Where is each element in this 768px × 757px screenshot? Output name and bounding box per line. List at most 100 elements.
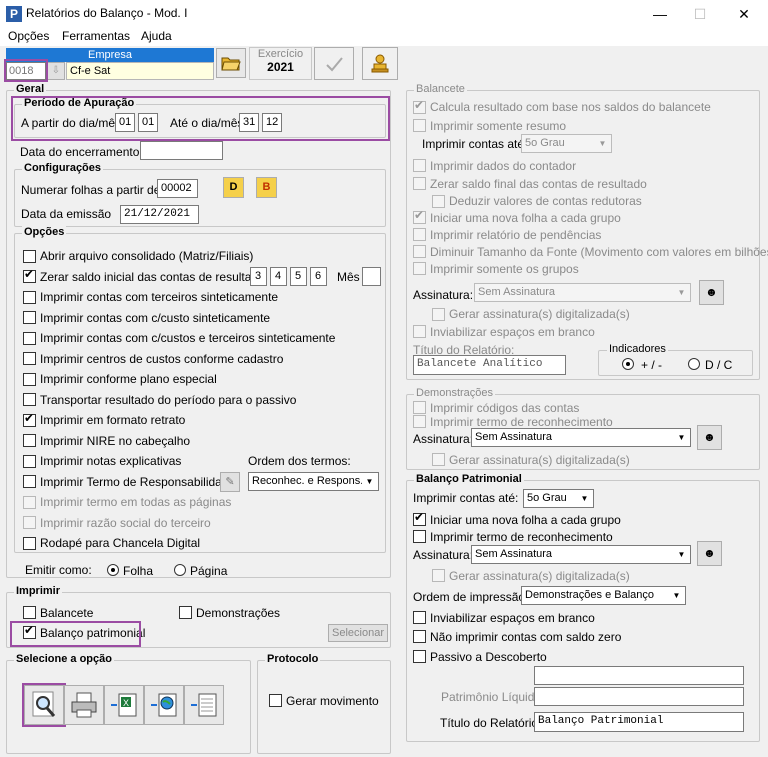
deduzir-label: Deduzir valores de contas redutoras bbox=[449, 194, 642, 208]
month-field[interactable]: 3 bbox=[250, 267, 267, 286]
bp-assinatura-button[interactable]: ☻ bbox=[697, 541, 722, 566]
emissao-field[interactable]: 21/12/2021 bbox=[120, 205, 199, 224]
bp-nova-folha-checkbox[interactable]: ✔ bbox=[413, 511, 426, 526]
termo-edit-button[interactable]: ✎ bbox=[220, 472, 240, 492]
opt-checkbox[interactable] bbox=[23, 332, 36, 345]
diminuir-checkbox[interactable] bbox=[413, 245, 426, 258]
bp-termo-checkbox[interactable] bbox=[413, 530, 426, 543]
app-icon: P bbox=[6, 6, 22, 22]
opt-checkbox[interactable] bbox=[23, 352, 36, 365]
bp-passivo-field[interactable] bbox=[534, 666, 744, 685]
balancete-label: Balancete bbox=[40, 606, 94, 620]
bal-inviabilizar-checkbox[interactable] bbox=[413, 325, 426, 338]
pendencias-checkbox[interactable] bbox=[413, 228, 426, 241]
resumo-label: Imprimir somente resumo bbox=[430, 119, 567, 133]
pagina-radio[interactable] bbox=[174, 564, 186, 576]
selecionar-button[interactable]: Selecionar bbox=[328, 624, 388, 642]
maximize-button[interactable]: ☐ bbox=[680, 2, 720, 26]
print-button[interactable] bbox=[64, 685, 104, 725]
bp-assinatura-select[interactable]: Sem Assinatura ▼ bbox=[471, 545, 691, 564]
bp-ordem-select[interactable]: Demonstrações e Balanço ▼ bbox=[521, 586, 686, 605]
encerramento-field[interactable] bbox=[140, 141, 223, 160]
bp-gerar-assin-checkbox[interactable] bbox=[432, 569, 445, 582]
opt-checkbox[interactable] bbox=[23, 373, 36, 386]
settings-button[interactable] bbox=[362, 47, 398, 80]
grupos-checkbox[interactable] bbox=[413, 262, 426, 275]
menu-ajuda[interactable]: Ajuda bbox=[141, 29, 172, 43]
bal-titulo-field[interactable]: Balancete Analítico bbox=[413, 355, 566, 375]
bp-contas-ate-value: 5o Grau bbox=[527, 492, 567, 504]
export-excel-button[interactable]: X bbox=[104, 685, 144, 725]
calcula-checkbox[interactable]: ✔ bbox=[413, 99, 426, 114]
deduzir-checkbox[interactable] bbox=[432, 195, 445, 208]
opt-checkbox[interactable] bbox=[23, 455, 36, 468]
zerar-saldo-checkbox[interactable] bbox=[413, 177, 426, 190]
opt-checkbox[interactable] bbox=[23, 516, 36, 529]
bp-contas-ate-select[interactable]: 5o Grau ▼ bbox=[523, 489, 594, 508]
opt-checkbox[interactable] bbox=[23, 475, 36, 488]
close-button[interactable]: ✕ bbox=[724, 2, 764, 26]
opt-checkbox[interactable] bbox=[23, 291, 36, 304]
bp-passivo-checkbox[interactable] bbox=[413, 650, 426, 663]
folha-label: Folha bbox=[123, 564, 154, 578]
users-icon: ☻ bbox=[705, 285, 718, 299]
opt-checkbox[interactable]: ✔ bbox=[23, 268, 36, 283]
folder-icon bbox=[221, 57, 241, 71]
bp-titulo-field[interactable]: Balanço Patrimonial bbox=[534, 712, 744, 732]
ind-plus-radio[interactable] bbox=[622, 358, 634, 370]
balancete-checkbox[interactable] bbox=[23, 606, 36, 619]
opt-checkbox[interactable] bbox=[23, 434, 36, 447]
opt-checkbox[interactable] bbox=[23, 496, 36, 509]
confirm-button[interactable] bbox=[314, 47, 354, 80]
dem-assinatura-value: Sem Assinatura bbox=[475, 431, 553, 443]
dem-codigos-checkbox[interactable] bbox=[413, 401, 426, 414]
minimize-button[interactable]: — bbox=[640, 2, 680, 26]
dados-contador-checkbox[interactable] bbox=[413, 159, 426, 172]
d-button[interactable]: D bbox=[223, 177, 244, 198]
bal-contas-ate-select[interactable]: 5o Grau ▼ bbox=[521, 134, 612, 153]
export-text-button[interactable] bbox=[184, 685, 224, 725]
dem-assinatura-select[interactable]: Sem Assinatura ▼ bbox=[471, 428, 691, 447]
demonstracoes-checkbox[interactable] bbox=[179, 606, 192, 619]
b-button[interactable]: B bbox=[256, 177, 277, 198]
opt-checkbox[interactable] bbox=[23, 537, 36, 550]
export-web-button[interactable] bbox=[144, 685, 184, 725]
bp-termo-label: Imprimir termo de reconhecimento bbox=[430, 530, 613, 544]
gerar-movimento-checkbox[interactable] bbox=[269, 694, 282, 707]
dem-gerar-assin-checkbox[interactable] bbox=[432, 453, 445, 466]
bp-inviabilizar-label: Inviabilizar espaços em branco bbox=[430, 611, 595, 625]
demonstracoes-label: Demonstrações bbox=[196, 606, 281, 620]
opt-checkbox[interactable]: ✔ bbox=[23, 412, 36, 427]
menu-ferramentas[interactable]: Ferramentas bbox=[62, 29, 130, 43]
bp-nao-imprimir-checkbox[interactable] bbox=[413, 630, 426, 643]
nova-folha-checkbox[interactable]: ✔ bbox=[413, 209, 426, 224]
folha-radio[interactable] bbox=[107, 564, 119, 576]
bp-patrimonio-field[interactable] bbox=[534, 687, 744, 706]
ordem-termos-select[interactable]: Reconhec. e Respons. ▼ bbox=[248, 472, 379, 491]
bal-assinatura-button[interactable]: ☻ bbox=[699, 280, 724, 305]
chevron-down-icon: ▼ bbox=[674, 285, 689, 300]
ind-dc-radio[interactable] bbox=[688, 358, 700, 370]
bal-gerar-assin-checkbox[interactable] bbox=[432, 308, 445, 321]
empresa-lookup-button[interactable]: ⇩ bbox=[47, 62, 65, 80]
opt-checkbox[interactable] bbox=[23, 311, 36, 324]
opt-checkbox[interactable] bbox=[23, 393, 36, 406]
opt-label: Imprimir contas com c/custos e terceiros… bbox=[40, 331, 336, 345]
month-field[interactable]: 4 bbox=[270, 267, 287, 286]
bp-inviabilizar-checkbox[interactable] bbox=[413, 611, 426, 624]
open-folder-button[interactable] bbox=[216, 48, 246, 78]
menu-opcoes[interactable]: Opções bbox=[8, 29, 49, 43]
mes-label: Mês bbox=[337, 270, 360, 284]
grupos-label: Imprimir somente os grupos bbox=[430, 262, 579, 276]
resumo-checkbox[interactable] bbox=[413, 119, 426, 132]
month-field[interactable]: 6 bbox=[310, 267, 327, 286]
month-field[interactable]: 5 bbox=[290, 267, 307, 286]
opt-checkbox[interactable] bbox=[23, 250, 36, 263]
mes-field[interactable] bbox=[362, 267, 381, 286]
numerar-field[interactable]: 00002 bbox=[157, 179, 198, 198]
empresa-name-field[interactable]: Cf-e Sat bbox=[66, 62, 214, 80]
selecione-title: Selecione a opção bbox=[14, 653, 114, 665]
dem-termo-checkbox[interactable] bbox=[413, 415, 426, 428]
bal-assinatura-select[interactable]: Sem Assinatura ▼ bbox=[474, 283, 691, 302]
dem-assinatura-button[interactable]: ☻ bbox=[697, 425, 722, 450]
